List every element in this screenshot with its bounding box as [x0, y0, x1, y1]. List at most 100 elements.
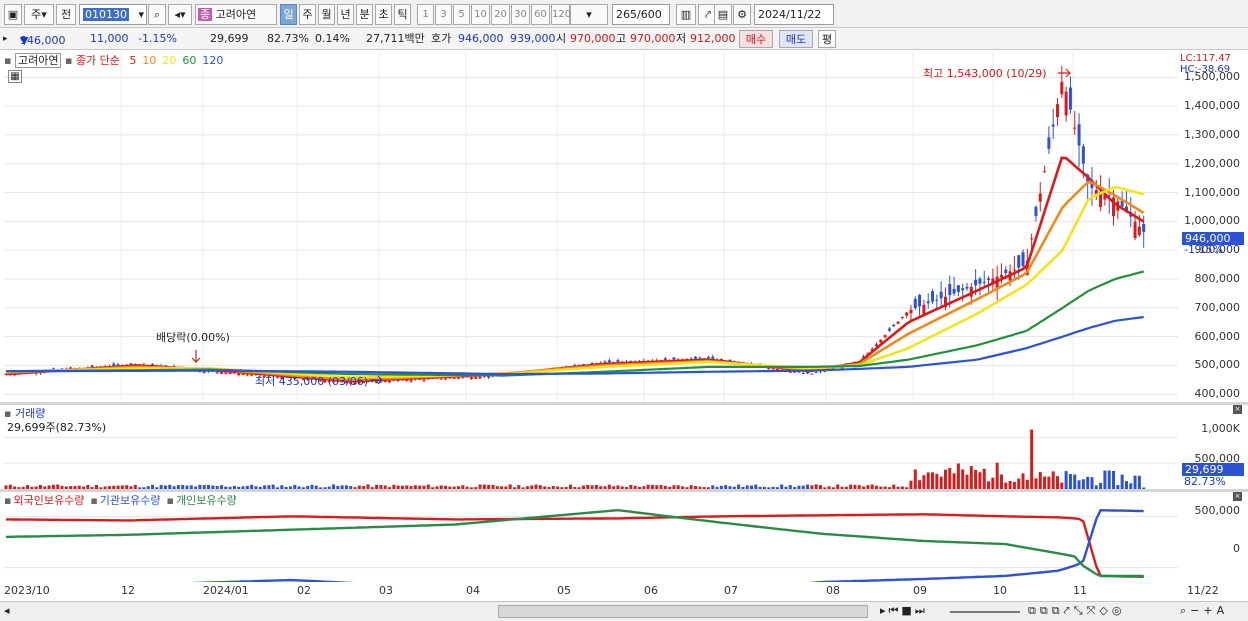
legend-square-icon: ▪ — [4, 494, 12, 507]
ma-line-20 — [5, 186, 1145, 379]
quote-bid: 946,000 — [458, 32, 504, 45]
sell-button[interactable]: 매도 — [779, 30, 813, 48]
buy-button[interactable]: 매수 — [739, 30, 773, 48]
volume-chart[interactable] — [4, 405, 1178, 489]
interval-60[interactable]: 60 — [531, 4, 550, 25]
close-pane-icon[interactable]: × — [1233, 405, 1242, 414]
interval-3[interactable]: 3 — [435, 4, 452, 25]
ma-legend-10[interactable]: 10 — [142, 54, 156, 67]
candle-type-icon[interactable]: ▥ — [676, 4, 696, 25]
volume-bar — [1043, 476, 1047, 489]
volume-readout: 29,699주(82.73%) — [7, 421, 107, 434]
period-3[interactable]: 년 — [337, 4, 354, 25]
candle-body — [1043, 171, 1047, 173]
candle-body — [1056, 104, 1060, 118]
drawing-tools[interactable]: ⧉⧉⧉⤤⤡⤧◇◎ — [1028, 604, 1125, 618]
interval-30[interactable]: 30 — [511, 4, 530, 25]
zoom-slider[interactable] — [950, 611, 1020, 613]
close-pane-icon-2[interactable]: × — [1233, 492, 1242, 501]
save-icon[interactable]: ▤ — [714, 4, 732, 25]
candle-body — [672, 357, 676, 360]
candle-body — [694, 356, 698, 359]
x-tick-4: 03 — [379, 584, 393, 597]
scroll-thumb[interactable] — [498, 605, 868, 618]
stock-badge: 종 — [198, 8, 213, 21]
holdings-legend-1[interactable]: 기관보유수량 — [100, 494, 161, 507]
candle-body — [663, 358, 667, 360]
period-5[interactable]: 초 — [375, 4, 392, 25]
candle-body — [409, 379, 413, 382]
candle-body — [879, 339, 883, 343]
period-6[interactable]: 틱 — [394, 4, 411, 25]
ma-legend-5[interactable]: 5 — [129, 54, 136, 67]
ma-legend-120[interactable]: 120 — [202, 54, 223, 67]
last-pct-marker: -1.15% — [1184, 243, 1223, 256]
period-4[interactable]: 분 — [356, 4, 373, 25]
candle-body — [116, 364, 120, 366]
date-value: 2024/11/22 — [758, 8, 822, 21]
candle-body — [892, 324, 896, 327]
playback-controls[interactable]: ▸⏮■⏭ — [880, 604, 928, 618]
stock-name-tag: 고려아연 — [14, 53, 62, 68]
interval-dropdown[interactable]: ▾ — [570, 4, 608, 25]
holdings-legend-0[interactable]: 외국인보유수량 — [13, 494, 84, 507]
period-2[interactable]: 월 — [318, 4, 335, 25]
period-0[interactable]: 일 — [280, 4, 297, 25]
candle-body — [129, 363, 133, 365]
price-tick-5: 1,000,000 — [1184, 214, 1240, 228]
window-menu-icon[interactable]: ▣ — [4, 4, 22, 25]
market-select-b[interactable]: 전 — [56, 4, 76, 25]
candle-body — [250, 374, 254, 376]
interval-120[interactable]: 120 — [551, 4, 571, 25]
candle-body — [388, 380, 392, 383]
volume-bar — [926, 472, 930, 489]
table-icon[interactable]: ▦ — [8, 70, 22, 83]
volume-bar — [1090, 477, 1094, 489]
interval-20[interactable]: 20 — [491, 4, 510, 25]
volume-bar — [918, 480, 922, 489]
low-annotation: 최저 435,000 (03/06) — [255, 375, 369, 388]
candle-body — [1051, 124, 1055, 127]
scroll-left-icon[interactable]: ◂ — [4, 604, 10, 617]
search-icon[interactable]: ⌕ — [148, 4, 166, 25]
interval-10[interactable]: 10 — [471, 4, 490, 25]
count-max: /600 — [637, 8, 662, 21]
price-chart[interactable] — [4, 52, 1178, 402]
quote-change: 11,000 — [90, 32, 129, 45]
period-1[interactable]: 주 — [299, 4, 316, 25]
eval-button[interactable]: 평 — [818, 30, 836, 48]
ma-legend-60[interactable]: 60 — [182, 54, 196, 67]
quote-open: 970,000 — [570, 32, 616, 45]
speaker-icon[interactable]: ◂▾ — [168, 4, 192, 25]
candle-body — [616, 360, 620, 362]
date-field[interactable]: 2024/11/22▦ — [754, 4, 834, 40]
quote-low-label: 저 — [676, 32, 687, 45]
price-tick-4: 1,100,000 — [1184, 185, 1240, 199]
zoom-controls[interactable]: ⌕−+A — [1180, 604, 1228, 618]
quote-menu-icon[interactable]: ▸ — [3, 30, 12, 48]
candle-body — [1004, 269, 1008, 274]
stock-code-input[interactable]: 010130 ▾ — [79, 4, 147, 25]
x-tick-9: 08 — [826, 584, 840, 597]
interval-5[interactable]: 5 — [453, 4, 470, 25]
count-value: 265 — [616, 8, 637, 21]
candle-body — [478, 376, 482, 379]
gear-icon[interactable]: ⚙ — [733, 4, 751, 25]
volume-bar — [952, 473, 956, 489]
volume-bar — [1012, 481, 1016, 489]
ma-legend-20[interactable]: 20 — [162, 54, 176, 67]
candle-body — [245, 374, 249, 376]
market-select-a[interactable]: 주▾ — [24, 4, 54, 25]
stock-name-field[interactable]: 종 고려아연 — [195, 4, 277, 25]
dividend-annotation: 배당락(0.00%) — [156, 331, 230, 344]
interval-1[interactable]: 1 — [417, 4, 434, 25]
candle-body — [926, 301, 930, 304]
count-field[interactable]: 265/600 — [612, 4, 670, 25]
holdings-legend-2[interactable]: 개인보유수량 — [176, 494, 237, 507]
quote-change-pct: -1.15% — [138, 32, 177, 45]
candle-body — [711, 356, 715, 359]
candle-body — [918, 294, 922, 307]
candle-body — [607, 360, 611, 363]
volume-bar — [1064, 471, 1068, 489]
price-tick-0: 1,500,000 — [1184, 70, 1240, 84]
